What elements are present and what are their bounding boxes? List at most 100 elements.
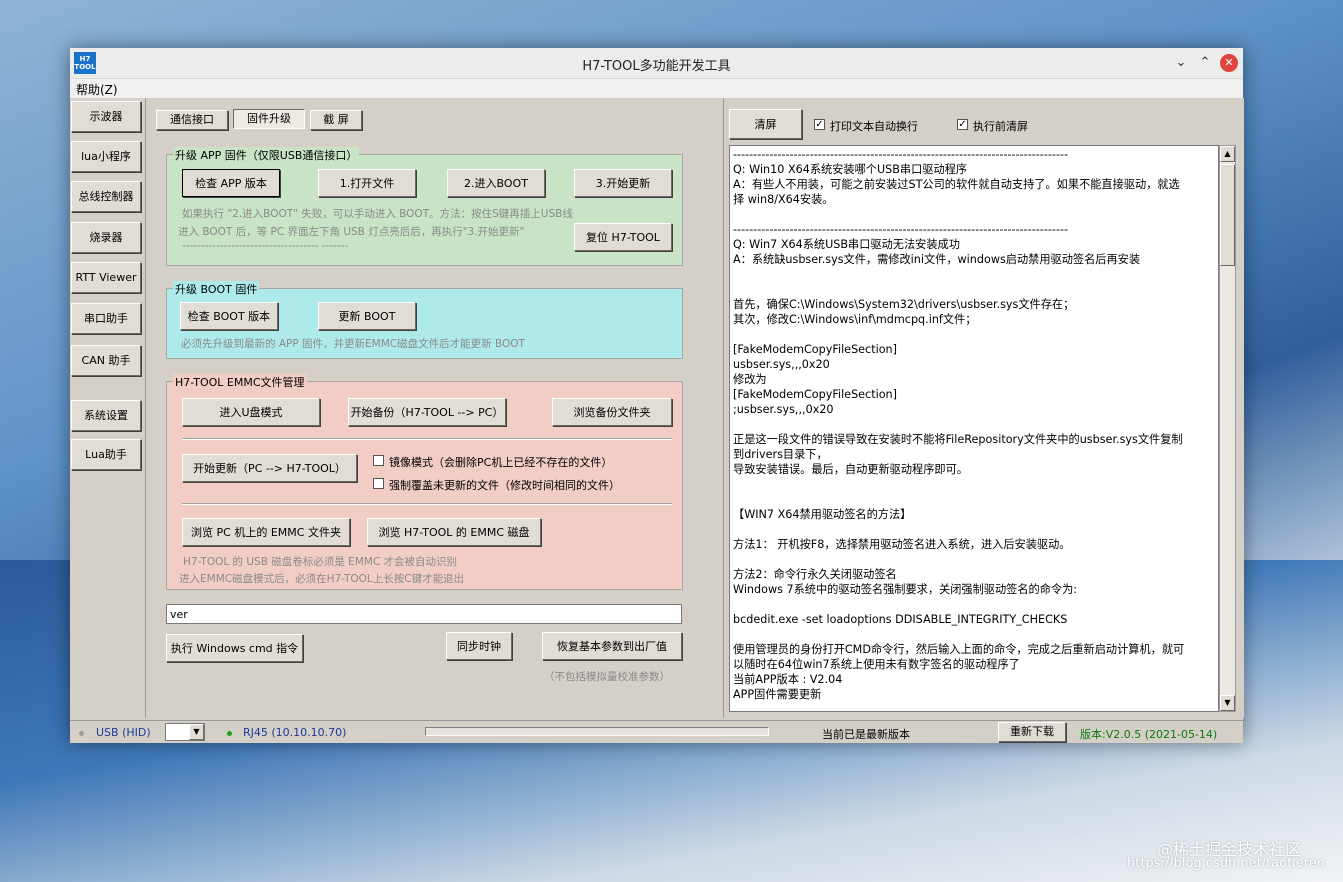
sidebar-item-system-settings[interactable]: 系统设置 — [71, 400, 141, 431]
boot-firmware-group: 升级 BOOT 固件 检查 BOOT 版本 更新 BOOT 必须先升级到最新的 … — [166, 281, 683, 359]
log-line: Q: Win10 X64系统安装哪个USB串口驱动程序 — [733, 163, 968, 176]
maximize-icon[interactable]: ⌃ — [1196, 54, 1214, 72]
log-line: ----------------------------------------… — [733, 148, 1069, 161]
rj45-status: RJ45 (10.10.10.70) — [243, 726, 347, 739]
version-status: 当前已是最新版本 — [822, 728, 910, 741]
clear-before-exec-label: 执行前清屏 — [973, 120, 1028, 133]
emmc-hint-1: H7-TOOL 的 USB 磁盘卷标必须是 EMMC 才会被自动识别 — [183, 556, 458, 568]
log-line: 使用管理员的身份打开CMD命令行，然后输入上面的命令，完成之后重新启动计算机，就… — [733, 643, 1185, 656]
log-line: Windows 7系统中的驱动签名强制要求，关闭强制驱动签名的命令为: — [733, 583, 1078, 596]
log-line: usbser.sys,,,0x20 — [733, 358, 830, 371]
log-line: 以随时在64位win7系统上使用未有数字签名的驱动程序了 — [733, 658, 1020, 671]
sidebar-item-oscilloscope[interactable]: 示波器 — [71, 101, 141, 132]
menu-bar: 帮助(Z) — [70, 79, 1243, 98]
tab-screenshot[interactable]: 截 屏 — [310, 110, 362, 130]
log-line: 【WIN7 X64禁用驱动签名的方法】 — [733, 508, 912, 521]
sync-clock-button[interactable]: 同步时钟 — [446, 632, 512, 660]
emmc-group-title: H7-TOOL EMMC文件管理 — [173, 374, 307, 390]
app-hint-1: 如果执行 "2.进入BOOT" 失败，可以手动进入 BOOT。方法：按住S键再插… — [182, 208, 573, 220]
output-panel: 清屏 ✓ 打印文本自动换行 ✓ 执行前清屏 ------------------… — [723, 98, 1244, 718]
auto-wrap-label: 打印文本自动换行 — [830, 120, 918, 133]
minimize-icon[interactable]: ⌄ — [1172, 54, 1190, 72]
sidebar-item-rtt-viewer[interactable]: RTT Viewer — [71, 262, 141, 293]
sidebar-item-can-assistant[interactable]: CAN 助手 — [71, 345, 141, 376]
watermark-url: https://blog.csdn.net/taotieren — [1127, 856, 1326, 871]
log-line: 正是这一段文件的错误导致在安装时不能将FileRepository文件夹中的us… — [733, 433, 1183, 446]
rj45-status-dot — [227, 731, 232, 736]
log-line: 其次，修改C:\Windows\inf\mdmcpq.inf文件； — [733, 313, 977, 326]
app-hint-2: 进入 BOOT 后，等 PC 界面左下角 USB 灯点亮后后，再执行"3.开始更… — [178, 226, 525, 238]
log-scrollbar[interactable]: ▲ ▼ — [1219, 145, 1236, 712]
app-hint-3: ------------------------------------ ---… — [182, 240, 349, 252]
log-line: APP固件需要更新 — [733, 688, 822, 701]
sidebar-item-programmer[interactable]: 烧录器 — [71, 222, 141, 253]
log-line: 导致安装错误。最后，自动更新驱动程序即可。 — [733, 463, 968, 476]
tab-comm-interface[interactable]: 通信接口 — [156, 110, 228, 130]
scroll-up-icon[interactable]: ▲ — [1220, 146, 1235, 162]
log-line: A：系统缺usbser.sys文件，需修改ini文件，windows启动禁用驱动… — [733, 253, 1141, 266]
progress-bar — [425, 727, 769, 736]
log-line: 首先，确保C:\Windows\System32\drivers\usbser.… — [733, 298, 1075, 311]
log-line: 方法2：命令行永久关闭驱动签名 — [733, 568, 897, 581]
mirror-mode-label: 镜像模式（会删除PC机上已经不存在的文件） — [389, 456, 613, 469]
reset-h7tool-button[interactable]: 复位 H7-TOOL — [574, 223, 672, 251]
chevron-down-icon[interactable]: ▼ — [189, 724, 204, 740]
check-app-version-button[interactable]: 检查 APP 版本 — [182, 169, 280, 197]
log-line: 修改为 — [733, 373, 767, 386]
title-bar[interactable]: H7 TOOL H7-TOOL多功能开发工具 ⌄ ⌃ ✕ — [70, 48, 1243, 79]
start-backup-button[interactable]: 开始备份（H7-TOOL --> PC） — [348, 398, 506, 426]
clear-screen-button[interactable]: 清屏 — [729, 109, 802, 139]
window-title: H7-TOOL多功能开发工具 — [582, 59, 731, 74]
log-line: [FakeModemCopyFileSection] — [733, 343, 897, 356]
sidebar: 示波器 lua小程序 总线控制器 烧录器 RTT Viewer 串口助手 CAN… — [70, 98, 146, 718]
enter-boot-button[interactable]: 2.进入BOOT — [447, 169, 545, 197]
cmd-input[interactable] — [166, 604, 682, 624]
start-emmc-update-button[interactable]: 开始更新（PC --> H7-TOOL） — [182, 454, 357, 482]
log-line: A：有些人不用装，可能之前安装过ST公司的软件就自动支持了。如果不能直接驱动，就… — [733, 178, 1180, 191]
firmware-panel: 通信接口 固件升级 截 屏 升级 APP 固件（仅限USB通信接口） 检查 AP… — [146, 98, 721, 718]
enter-usb-disk-mode-button[interactable]: 进入U盘模式 — [182, 398, 320, 426]
log-line: bcdedit.exe -set loadoptions DDISABLE_IN… — [733, 613, 1068, 626]
mirror-mode-checkbox[interactable] — [373, 455, 384, 466]
sidebar-item-bus-controller[interactable]: 总线控制器 — [71, 181, 141, 212]
check-boot-version-button[interactable]: 检查 BOOT 版本 — [180, 302, 278, 330]
log-line: [FakeModemCopyFileSection] — [733, 388, 897, 401]
log-line: 到drivers目录下， — [733, 448, 828, 461]
update-boot-button[interactable]: 更新 BOOT — [318, 302, 416, 330]
auto-wrap-checkbox[interactable]: ✓ — [814, 119, 825, 130]
browse-backup-folder-button[interactable]: 浏览备份文件夹 — [552, 398, 672, 426]
browse-pc-emmc-folder-button[interactable]: 浏览 PC 机上的 EMMC 文件夹 — [182, 518, 350, 546]
sidebar-item-serial-assistant[interactable]: 串口助手 — [71, 303, 141, 334]
sidebar-item-lua-assistant[interactable]: Lua助手 — [71, 439, 141, 470]
menu-help[interactable]: 帮助(Z) — [76, 81, 118, 98]
restore-defaults-button[interactable]: 恢复基本参数到出厂值 — [542, 632, 682, 660]
interface-select[interactable]: ▼ — [165, 723, 205, 741]
clear-before-exec-checkbox[interactable]: ✓ — [957, 119, 968, 130]
usb-status-dot — [79, 731, 84, 736]
usb-status: USB (HID) — [96, 726, 151, 739]
log-line: 择 win8/X64安装。 — [733, 193, 834, 206]
scroll-thumb[interactable] — [1220, 164, 1235, 266]
force-overwrite-label: 强制覆盖未更新的文件（修改时间相同的文件） — [389, 479, 620, 492]
version-label: 版本:V2.0.5 (2021-05-14) — [1080, 728, 1218, 741]
tab-firmware-upgrade[interactable]: 固件升级 — [233, 109, 305, 129]
browse-h7tool-emmc-disk-button[interactable]: 浏览 H7-TOOL 的 EMMC 磁盘 — [367, 518, 541, 546]
boot-group-title: 升级 BOOT 固件 — [173, 281, 260, 297]
open-file-button[interactable]: 1.打开文件 — [318, 169, 416, 197]
redownload-button[interactable]: 重新下载 — [998, 722, 1066, 742]
close-icon[interactable]: ✕ — [1220, 54, 1238, 72]
log-line: ----------------------------------------… — [733, 223, 1069, 236]
app-firmware-group: 升级 APP 固件（仅限USB通信接口） 检查 APP 版本 1.打开文件 2.… — [166, 147, 683, 266]
emmc-file-group: H7-TOOL EMMC文件管理 进入U盘模式 开始备份（H7-TOOL -->… — [166, 374, 683, 590]
output-log[interactable]: ----------------------------------------… — [729, 145, 1219, 712]
force-overwrite-checkbox[interactable] — [373, 478, 384, 489]
exec-cmd-button[interactable]: 执行 Windows cmd 指令 — [166, 634, 303, 662]
start-update-button[interactable]: 3.开始更新 — [574, 169, 672, 197]
scroll-down-icon[interactable]: ▼ — [1220, 695, 1235, 711]
status-bar: USB (HID) ▼ RJ45 (10.10.10.70) 当前已是最新版本 … — [70, 720, 1243, 743]
log-line: 当前APP版本 : V2.04 — [733, 673, 843, 686]
restore-hint: （不包括模拟量校准参数） — [544, 671, 670, 683]
log-line: ;usbser.sys,,,0x20 — [733, 403, 834, 416]
log-line: 方法1： 开机按F8，选择禁用驱动签名进入系统，进入后安装驱动。 — [733, 538, 1071, 551]
sidebar-item-lua-program[interactable]: lua小程序 — [71, 141, 141, 172]
